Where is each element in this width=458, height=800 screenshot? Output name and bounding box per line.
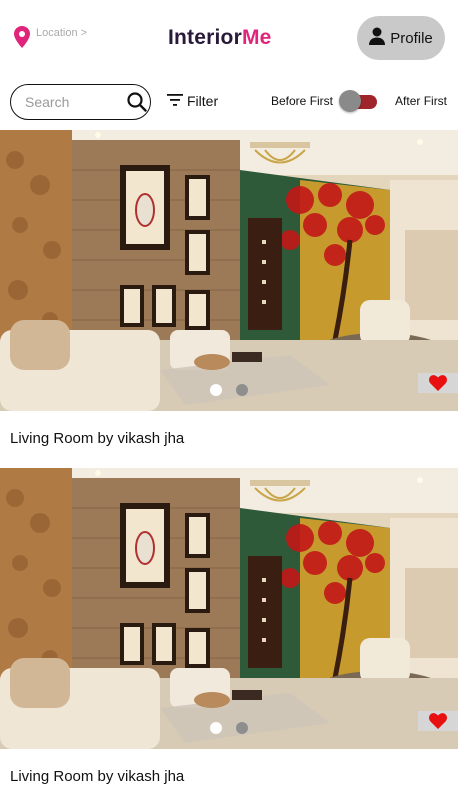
search-icon[interactable] xyxy=(127,92,147,112)
heart-icon xyxy=(429,375,447,391)
brand-logo: InteriorMe xyxy=(168,26,272,50)
toolbar: Filter Before First After First xyxy=(0,82,458,126)
carousel-dot-1[interactable] xyxy=(210,722,222,734)
location-selector[interactable]: Location > xyxy=(14,26,87,48)
search-input[interactable] xyxy=(23,93,127,111)
search-box[interactable] xyxy=(10,84,151,120)
before-label: Before First xyxy=(271,94,334,108)
design-card[interactable]: Living Room by vikash jha xyxy=(0,468,458,785)
carousel-dots xyxy=(0,384,458,396)
carousel-dot-2[interactable] xyxy=(236,384,248,396)
design-photo[interactable] xyxy=(0,468,458,749)
favorite-button[interactable] xyxy=(418,373,458,393)
brand-text-primary: Interior xyxy=(168,26,242,49)
heart-icon xyxy=(429,713,447,729)
brand-text-accent: Me xyxy=(241,26,272,49)
carousel-dots xyxy=(0,722,458,734)
before-after-toggle-group: Before First After First xyxy=(271,90,447,112)
switch-knob[interactable] xyxy=(339,90,362,112)
location-pin-icon xyxy=(14,26,30,48)
design-photo[interactable] xyxy=(0,130,458,411)
card-title[interactable]: Living Room by vikash jha xyxy=(10,430,184,447)
carousel-dot-2[interactable] xyxy=(236,722,248,734)
profile-button[interactable]: Profile xyxy=(357,16,445,60)
living-room-image xyxy=(0,468,458,749)
filter-label: Filter xyxy=(187,93,219,109)
carousel-dot-1[interactable] xyxy=(210,384,222,396)
living-room-image xyxy=(0,130,458,411)
before-after-switch[interactable] xyxy=(339,90,381,112)
favorite-button[interactable] xyxy=(418,711,458,731)
filter-icon xyxy=(167,93,183,109)
filter-button[interactable]: Filter xyxy=(167,93,218,109)
app-header: Location > InteriorMe Profile xyxy=(0,0,458,78)
card-title[interactable]: Living Room by vikash jha xyxy=(10,768,184,785)
after-label: After First xyxy=(395,94,448,108)
design-card[interactable]: Living Room by vikash jha xyxy=(0,130,458,447)
location-label: Location > xyxy=(36,27,88,39)
user-icon xyxy=(369,27,386,49)
profile-label: Profile xyxy=(390,29,433,47)
